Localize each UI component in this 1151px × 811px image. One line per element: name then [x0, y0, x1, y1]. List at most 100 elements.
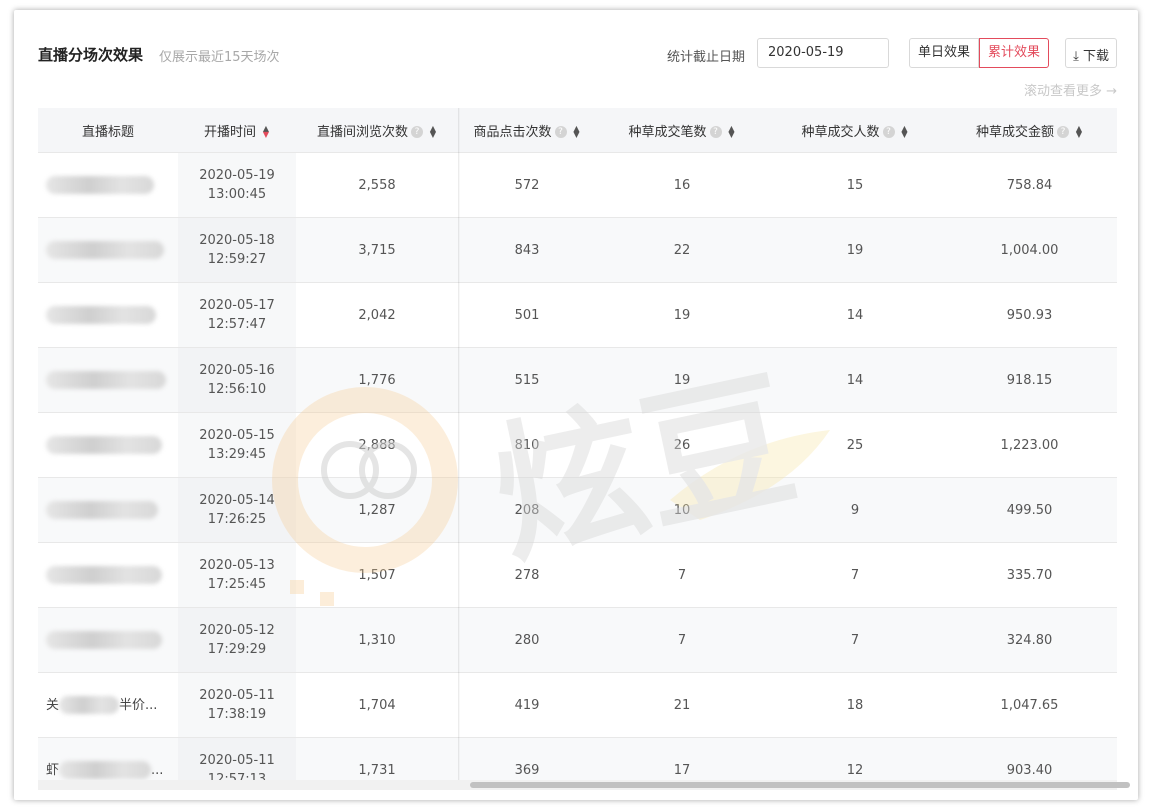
- cell-buyers: 18: [768, 672, 942, 738]
- table-row[interactable]: 2020-05-18 12:59:27 3,715 843 22 19 1,004.00: [38, 217, 1117, 283]
- cell-orders: 16: [596, 152, 768, 218]
- start-clock: 12:57:47: [207, 317, 267, 332]
- sort-icon[interactable]: ▲ ▼: [429, 125, 437, 139]
- cell-orders: 19: [596, 347, 768, 413]
- panel-title: 直播分场次效果: [38, 46, 144, 64]
- start-date: 2020-05-15: [199, 428, 275, 443]
- redacted-title: [59, 696, 120, 714]
- start-clock: 17:25:45: [207, 577, 267, 592]
- start-clock: 13:00:45: [207, 187, 267, 202]
- redacted-title: [46, 566, 162, 584]
- cell-amount: 758.84: [942, 152, 1117, 218]
- start-date: 2020-05-12: [199, 623, 275, 638]
- cell-clicks: 278: [458, 542, 596, 608]
- sort-icon[interactable]: ▲ ▼: [262, 125, 270, 139]
- date-picker-input[interactable]: 2020-05-19: [757, 38, 889, 68]
- download-button[interactable]: ⤓ 下载: [1065, 38, 1117, 68]
- cell-title: [38, 412, 178, 478]
- cell-buyers: 14: [768, 282, 942, 348]
- col-header-label: 开播时间: [203, 124, 256, 140]
- cell-title: [38, 477, 178, 543]
- help-icon[interactable]: ?: [882, 126, 895, 138]
- col-header-orders[interactable]: 种草成交笔数? ▲ ▼: [596, 108, 768, 153]
- cell-buyers: 7: [768, 607, 942, 673]
- cell-orders: 21: [596, 672, 768, 738]
- cumulative-button[interactable]: 累计效果: [978, 38, 1049, 68]
- sort-icon[interactable]: ▲ ▼: [901, 125, 909, 139]
- help-icon[interactable]: ?: [1057, 126, 1069, 138]
- cell-amount: 918.15: [942, 347, 1117, 413]
- cell-orders: 22: [596, 217, 768, 283]
- sort-icon[interactable]: ▲ ▼: [573, 125, 581, 139]
- col-header-views[interactable]: 直播间浏览次数? ▲ ▼: [296, 108, 458, 153]
- cell-buyers: 9: [768, 477, 942, 543]
- cell-clicks: 515: [458, 347, 596, 413]
- scroll-more-hint[interactable]: 滚动查看更多 →: [1024, 80, 1117, 99]
- sessions-table-wrap: 直播标题 开播时间 ▲ ▼ 直播间浏览次数? ▲ ▼ 商品点击次数? ▲ ▼ 种草成交笔数?…: [38, 108, 1117, 788]
- cell-amount: 1,047.65: [942, 672, 1117, 738]
- table-row[interactable]: 2020-05-17 12:57:47 2,042 501 19 14 950.93: [38, 282, 1117, 348]
- panel-header: 直播分场次效果 仅展示最近15天场次 统计截止日期 2020-05-19 单日效…: [38, 38, 1117, 72]
- start-date: 2020-05-18: [199, 233, 275, 248]
- cell-orders: 10: [596, 477, 768, 543]
- cell-amount: 950.93: [942, 282, 1117, 348]
- cell-buyers: 19: [768, 217, 942, 283]
- table-row[interactable]: 关 半价... 2020-05-11 17:38:19 1,704 419 21 18 1,04…: [38, 672, 1117, 738]
- table-row[interactable]: 2020-05-16 12:56:10 1,776 515 19 14 918.15: [38, 347, 1117, 413]
- cell-start-time: 2020-05-13 17:25:45: [178, 542, 296, 608]
- cell-views: 3,715: [296, 217, 458, 283]
- col-header-amount[interactable]: 种草成交金额? ▲ ▼: [942, 108, 1117, 153]
- sort-icon[interactable]: ▲ ▼: [728, 125, 736, 139]
- redacted-title: [46, 306, 156, 324]
- table-header-row: 直播标题 开播时间 ▲ ▼ 直播间浏览次数? ▲ ▼ 商品点击次数? ▲ ▼ 种草成交笔数?…: [38, 108, 1117, 153]
- single-day-button[interactable]: 单日效果: [908, 38, 979, 68]
- table-row[interactable]: 2020-05-19 13:00:45 2,558 572 16 15 758.84: [38, 152, 1117, 218]
- cell-buyers: 15: [768, 152, 942, 218]
- cell-clicks: 810: [458, 412, 596, 478]
- sort-icon[interactable]: ▲ ▼: [1075, 125, 1083, 139]
- cell-clicks: 501: [458, 282, 596, 348]
- help-icon[interactable]: ?: [554, 126, 567, 138]
- redacted-title: [46, 631, 162, 649]
- title-prefix: 关: [46, 697, 60, 713]
- col-header-clicks[interactable]: 商品点击次数? ▲ ▼: [458, 108, 596, 153]
- scrollbar-thumb[interactable]: [470, 782, 1130, 788]
- start-date: 2020-05-11: [199, 753, 275, 768]
- redacted-title: [59, 761, 152, 779]
- col-header-start-time[interactable]: 开播时间 ▲ ▼: [178, 108, 296, 153]
- horizontal-scrollbar[interactable]: [38, 780, 1130, 790]
- table-row[interactable]: 2020-05-12 17:29:29 1,310 280 7 7 324.80: [38, 607, 1117, 673]
- scroll-more-label: 滚动查看更多: [1023, 84, 1102, 99]
- start-date: 2020-05-19: [199, 168, 275, 183]
- redacted-title: [46, 241, 164, 259]
- col-header-title: 直播标题: [38, 108, 178, 153]
- cell-amount: 324.80: [942, 607, 1117, 673]
- cell-views: 1,704: [296, 672, 458, 738]
- help-icon[interactable]: ?: [411, 126, 423, 138]
- table-row[interactable]: 2020-05-15 13:29:45 2,888 810 26 25 1,223.00: [38, 412, 1117, 478]
- start-clock: 17:26:25: [207, 512, 267, 527]
- col-header-buyers[interactable]: 种草成交人数? ▲ ▼: [768, 108, 942, 153]
- cell-views: 2,888: [296, 412, 458, 478]
- cell-orders: 7: [596, 607, 768, 673]
- redacted-title: [46, 501, 158, 519]
- title-suffix: ...: [151, 762, 164, 778]
- cell-views: 1,507: [296, 542, 458, 608]
- table-row[interactable]: 2020-05-13 17:25:45 1,507 278 7 7 335.70: [38, 542, 1117, 608]
- redacted-title: [46, 371, 166, 389]
- cell-orders: 7: [596, 542, 768, 608]
- download-icon: ⤓: [1073, 49, 1079, 64]
- start-clock: 17:29:29: [207, 642, 267, 657]
- col-header-label: 种草成交人数: [801, 124, 880, 140]
- cell-start-time: 2020-05-18 12:59:27: [178, 217, 296, 283]
- help-icon[interactable]: ?: [709, 126, 722, 138]
- start-clock: 17:38:19: [207, 707, 267, 722]
- title-suffix: 半价...: [119, 697, 158, 713]
- table-row[interactable]: 2020-05-14 17:26:25 1,287 208 10 9 499.50: [38, 477, 1117, 543]
- redacted-title: [46, 176, 154, 194]
- cell-buyers: 7: [768, 542, 942, 608]
- cell-orders: 26: [596, 412, 768, 478]
- cell-amount: 335.70: [942, 542, 1117, 608]
- cell-amount: 1,223.00: [942, 412, 1117, 478]
- start-clock: 12:56:10: [207, 382, 267, 397]
